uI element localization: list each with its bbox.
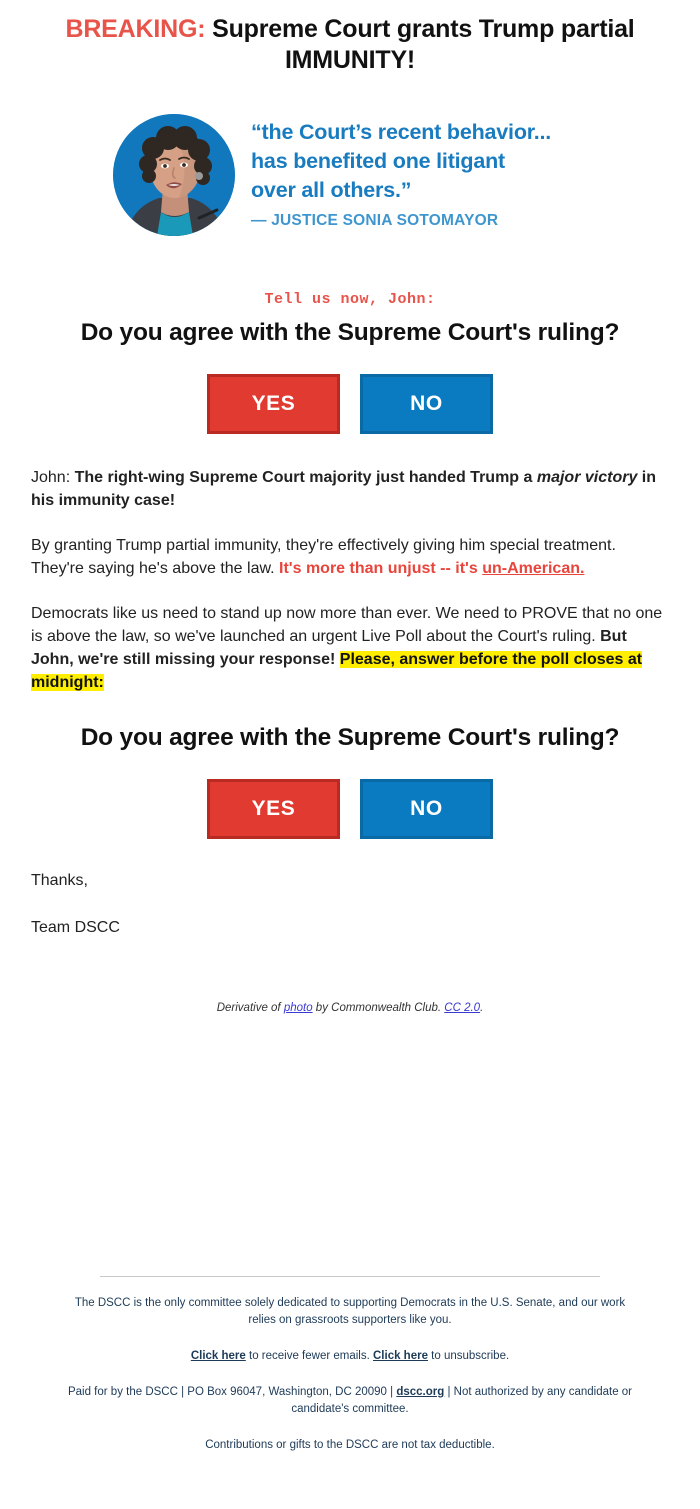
paragraph-3: Democrats like us need to stand up now m… — [31, 602, 669, 694]
no-button-top[interactable]: NO — [360, 373, 493, 434]
sotomayor-portrait — [113, 113, 235, 236]
fewer-emails-link[interactable]: Click here — [191, 1350, 246, 1362]
footer-tax-notice: Contributions or gifts to the DSCC are n… — [205, 1438, 495, 1451]
quote-card: “the Court’s recent behavior... has bene… — [0, 112, 700, 236]
p1-italic: major victory — [536, 468, 638, 486]
paragraph-2: By granting Trump partial immunity, they… — [31, 534, 669, 580]
fewer-emails-rest: to receive fewer emails. — [245, 1349, 373, 1362]
headline-rest: Supreme Court grants Trump partial IMMUN… — [205, 15, 635, 74]
footer-preferences: Click here to receive fewer emails. Clic… — [50, 1348, 650, 1365]
quote-text-block: “the Court’s recent behavior... has bene… — [251, 112, 551, 231]
license-link[interactable]: CC 2.0 — [444, 1002, 480, 1014]
unsubscribe-rest: to unsubscribe. — [427, 1349, 510, 1362]
body-copy: John: The right-wing Supreme Court major… — [0, 466, 700, 694]
yes-button-top[interactable]: YES — [207, 373, 340, 434]
poll-question-bottom: Do you agree with the Supreme Court's ru… — [80, 723, 620, 751]
signoff-thanks: Thanks, — [31, 871, 88, 889]
p3-plain: Democrats like us need to stand up now m… — [31, 604, 663, 645]
poll-prompt: Tell us now, John: — [264, 290, 436, 308]
p2-red-a: It's more than unjust -- it's — [279, 559, 483, 577]
p2-red-underline: un-American. — [482, 559, 585, 577]
p2-red-emphasis: It's more than unjust -- it's un-America… — [279, 560, 584, 577]
quote-line-1: “the Court’s recent behavior... — [251, 119, 552, 144]
dscc-website-link[interactable]: dscc.org — [396, 1386, 444, 1398]
quote-line-2: has benefited one litigant — [251, 148, 506, 173]
p1-prefix: John: — [31, 468, 75, 486]
footer: The DSCC is the only committee solely de… — [0, 1275, 700, 1454]
poll-question-top: Do you agree with the Supreme Court's ru… — [80, 318, 620, 346]
paragraph-1: John: The right-wing Supreme Court major… — [31, 466, 669, 512]
credit-suffix: . — [480, 1001, 484, 1014]
signoff: Thanks, Team DSCC — [0, 869, 700, 939]
breaking-label: BREAKING: — [65, 15, 206, 43]
p1-bold-a: The right-wing Supreme Court majority ju… — [74, 468, 537, 486]
no-button-bottom[interactable]: NO — [360, 778, 493, 839]
footer-disclaimer: Paid for by the DSCC | PO Box 96047, Was… — [50, 1384, 650, 1418]
poll-buttons-top: YES NO — [0, 373, 700, 434]
quote-attribution: — JUSTICE SONIA SOTOMAYOR — [251, 212, 499, 230]
headline: BREAKING: Supreme Court grants Trump par… — [0, 0, 700, 76]
credit-middle: by Commonwealth Club. — [312, 1001, 445, 1014]
footer-mission: The DSCC is the only committee solely de… — [74, 1296, 626, 1326]
yes-button-bottom[interactable]: YES — [207, 778, 340, 839]
quote-line-3: over all others.” — [251, 177, 412, 202]
email-body: BREAKING: Supreme Court grants Trump par… — [0, 0, 700, 1454]
paid-prefix: Paid for by the DSCC | PO Box 96047, Was… — [67, 1385, 397, 1398]
signoff-team: Team DSCC — [31, 918, 120, 936]
photo-credit: Derivative of photo by Commonwealth Club… — [0, 1002, 700, 1014]
poll-buttons-bottom: YES NO — [0, 778, 700, 839]
credit-prefix: Derivative of — [216, 1001, 284, 1014]
footer-divider — [100, 1275, 600, 1277]
photo-link[interactable]: photo — [284, 1002, 313, 1014]
unsubscribe-link[interactable]: Click here — [373, 1350, 428, 1362]
